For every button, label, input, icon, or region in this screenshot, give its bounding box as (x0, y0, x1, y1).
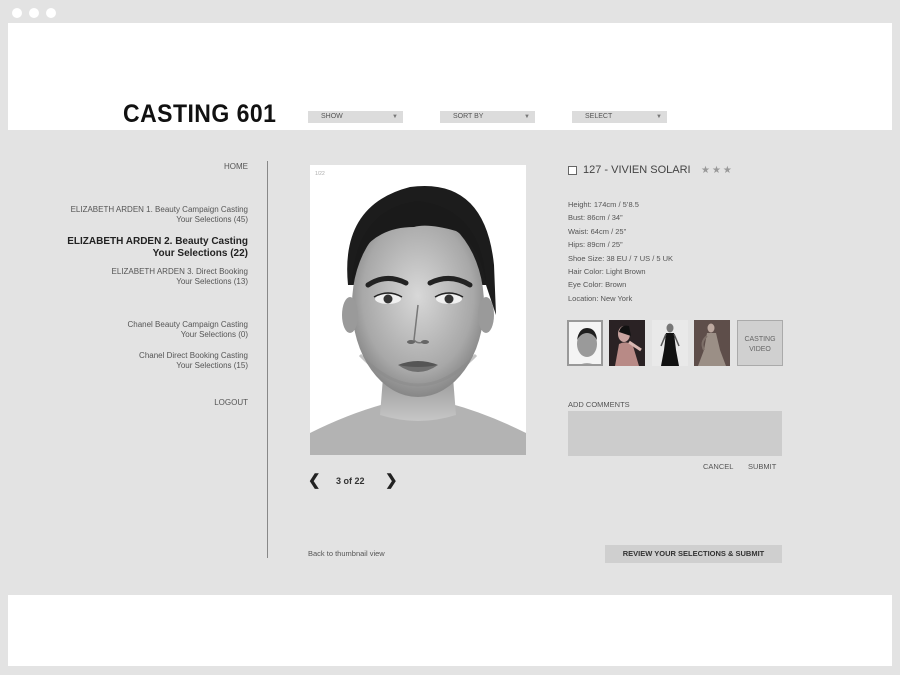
casting-video-tile[interactable]: CASTING VIDEO (737, 320, 783, 366)
sidebar-item-title: ELIZABETH ARDEN 1. Beauty Campaign Casti… (70, 205, 248, 214)
sidebar-item-casting-2[interactable]: ELIZABETH ARDEN 2. Beauty Casting Your S… (67, 236, 248, 260)
sidebar-item-selections: Your Selections (0) (180, 330, 248, 339)
add-comments-label: ADD COMMENTS (568, 400, 630, 409)
photo-index-label: 1/22 (315, 171, 325, 177)
chevron-down-icon: ▼ (524, 114, 530, 120)
sidebar-item-selections: Your Selections (22) (152, 248, 248, 259)
sidebar-item-casting-3[interactable]: ELIZABETH ARDEN 3. Direct Booking Your S… (112, 267, 249, 287)
window-minimize-dot[interactable] (29, 8, 39, 18)
window-maximize-dot[interactable] (46, 8, 56, 18)
show-dropdown-label: SHOW (321, 113, 343, 120)
previous-arrow-icon[interactable]: ❮ (308, 473, 321, 488)
select-dropdown[interactable]: SELECT ▼ (572, 111, 667, 123)
sidebar-item-casting-1[interactable]: ELIZABETH ARDEN 1. Beauty Campaign Casti… (71, 205, 248, 225)
thumbnail-3[interactable] (652, 320, 688, 366)
cancel-button[interactable]: CANCEL (703, 462, 733, 471)
sidebar-item-selections: Your Selections (13) (176, 277, 248, 286)
sidebar-item-selections: Your Selections (15) (176, 361, 248, 370)
thumbnail-4[interactable] (694, 320, 730, 366)
submit-comment-button[interactable]: SUBMIT (748, 462, 776, 471)
sidebar-item-title: ELIZABETH ARDEN 3. Direct Booking (111, 267, 249, 276)
logout-link[interactable]: LOGOUT (214, 398, 248, 408)
rating-stars[interactable]: ★★★ (701, 165, 734, 176)
thumbnail-1[interactable] (567, 320, 603, 366)
select-dropdown-label: SELECT (585, 113, 613, 120)
sidebar-item-chanel-campaign[interactable]: Chanel Beauty Campaign Casting Your Sele… (127, 320, 248, 340)
photo-counter: 3 of 22 (336, 476, 365, 486)
page: { "app": { "logo": "CASTING 601" }, "too… (0, 0, 900, 675)
comments-textarea[interactable] (568, 411, 782, 456)
thumbnail-image (569, 322, 601, 364)
model-name: 127 - VIVIEN SOLARI (583, 164, 691, 176)
sort-by-dropdown-label: SORT BY (453, 113, 484, 120)
review-selections-submit-button[interactable]: REVIEW YOUR SELECTIONS & SUBMIT (605, 545, 782, 563)
model-measurements: Height: 174cm / 5’8.5 Bust: 86cm / 34” W… (568, 198, 673, 305)
casting-video-line-1: CASTING (744, 336, 776, 343)
stat-hips: Hips: 89cm / 25” (568, 240, 623, 250)
stat-shoe-size: Shoe Size: 38 EU / 7 US / 5 UK (568, 253, 674, 263)
sidebar-item-chanel-direct[interactable]: Chanel Direct Booking Casting Your Selec… (139, 351, 248, 371)
sidebar-item-title: Chanel Beauty Campaign Casting (127, 320, 248, 329)
thumbnail-image (694, 320, 730, 366)
next-arrow-icon[interactable]: ❯ (385, 473, 398, 488)
chevron-down-icon: ▼ (392, 114, 398, 120)
chevron-down-icon: ▼ (656, 114, 662, 120)
stat-bust: Bust: 86cm / 34” (568, 213, 623, 223)
window-close-dot[interactable] (12, 8, 22, 18)
thumbnail-image (609, 320, 645, 366)
sidebar-item-title: ELIZABETH ARDEN 2. Beauty Casting (67, 236, 248, 247)
sidebar-item-title: Chanel Direct Booking Casting (139, 351, 248, 360)
stat-hair-color: Hair Color: Light Brown (568, 266, 646, 276)
main-content: HOME ELIZABETH ARDEN 1. Beauty Campaign … (8, 130, 892, 595)
sidebar-item-selections: Your Selections (45) (176, 215, 248, 224)
thumbnail-2[interactable] (609, 320, 645, 366)
select-model-checkbox[interactable] (568, 166, 577, 175)
stat-location: Location: New York (568, 293, 633, 303)
site-logo[interactable]: CASTING 601 (123, 100, 276, 129)
stat-waist: Waist: 64cm / 25” (568, 226, 627, 236)
model-photo[interactable]: 1/22 (310, 165, 526, 455)
show-dropdown[interactable]: SHOW ▼ (308, 111, 403, 123)
sidebar-divider (267, 161, 268, 558)
stat-eye-color: Eye Color: Brown (568, 280, 627, 290)
back-to-thumbnail-link[interactable]: Back to thumbnail view (308, 549, 385, 558)
casting-video-line-2: VIDEO (749, 346, 771, 353)
nav-home-link[interactable]: HOME (224, 162, 248, 172)
sort-by-dropdown[interactable]: SORT BY ▼ (440, 111, 535, 123)
stat-height: Height: 174cm / 5’8.5 (568, 200, 639, 209)
portrait-image (310, 165, 526, 455)
thumbnail-image (652, 320, 688, 366)
